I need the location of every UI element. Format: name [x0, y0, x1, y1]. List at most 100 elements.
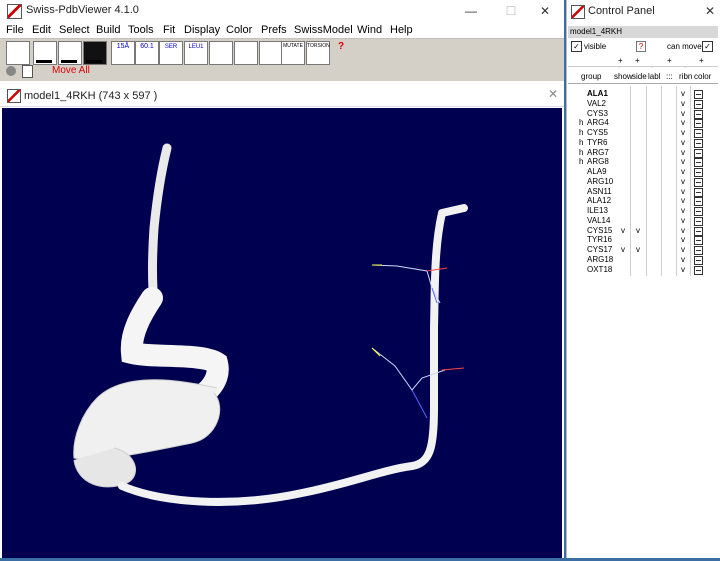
residue-name[interactable]: ALA9: [587, 167, 607, 177]
ribbon-toggle[interactable]: v: [681, 148, 685, 158]
col-header-labl[interactable]: labl: [648, 72, 660, 81]
ribbon-toggle[interactable]: v: [681, 118, 685, 128]
ribbon-toggle[interactable]: v: [681, 245, 685, 255]
color-swatch-icon[interactable]: [694, 119, 703, 129]
close-button[interactable]: ✕: [530, 2, 560, 20]
residue-row[interactable]: ARG10 v: [568, 177, 718, 187]
residue-name[interactable]: CYS3: [587, 109, 608, 119]
residue-row[interactable]: CYS15 v v v: [568, 226, 718, 236]
distance-tool-icon[interactable]: 15Å: [111, 41, 135, 65]
menu-help[interactable]: Help: [390, 22, 413, 38]
residue-name[interactable]: ARG8: [587, 157, 609, 167]
residue-row[interactable]: h CYS5 v: [568, 128, 718, 138]
residue-name[interactable]: ARG4: [587, 118, 609, 128]
residue-row[interactable]: h ARG7 v: [568, 148, 718, 158]
color-swatch-icon[interactable]: [694, 99, 703, 109]
ribbon-toggle[interactable]: v: [681, 187, 685, 197]
center-atom-icon[interactable]: [209, 41, 233, 65]
minimize-button[interactable]: —: [456, 2, 486, 20]
label-tool-icon[interactable]: LEU1: [184, 41, 208, 65]
residue-row[interactable]: CYS3 v: [568, 109, 718, 119]
color-swatch-icon[interactable]: [694, 216, 703, 226]
ribbon-toggle[interactable]: v: [681, 255, 685, 265]
residue-name[interactable]: ARG18: [587, 255, 613, 265]
color-swatch-icon[interactable]: [694, 109, 703, 119]
header-mark[interactable]: +: [635, 56, 640, 65]
ribbon-toggle[interactable]: v: [681, 157, 685, 167]
color-swatch-icon[interactable]: [694, 197, 703, 207]
residue-row[interactable]: TYR16 v: [568, 235, 718, 246]
color-swatch-icon[interactable]: [694, 168, 703, 177]
residue-name[interactable]: ASN11: [587, 187, 612, 197]
ribbon-toggle[interactable]: v: [681, 128, 685, 138]
angle-tool-icon[interactable]: 60.1: [135, 41, 159, 65]
ribbon-toggle[interactable]: v: [681, 265, 685, 275]
side-toggle[interactable]: v: [636, 226, 640, 236]
residue-name[interactable]: ALA12: [587, 196, 611, 206]
color-swatch-icon[interactable]: [694, 177, 703, 187]
residue-name[interactable]: ALA1: [587, 89, 608, 99]
menu-build[interactable]: Build: [96, 22, 120, 38]
residue-row[interactable]: ILE13 v: [568, 206, 718, 216]
ribbon-toggle[interactable]: v: [681, 109, 685, 119]
ribbon-toggle[interactable]: v: [681, 99, 685, 109]
select-residue-icon[interactable]: SER: [159, 41, 183, 65]
maximize-button[interactable]: ☐: [496, 2, 526, 20]
ribbon-toggle[interactable]: v: [681, 206, 685, 216]
col-header-side[interactable]: side: [632, 72, 647, 81]
residue-row[interactable]: CYS17 v v v: [568, 245, 718, 255]
residue-row[interactable]: h TYR6 v: [568, 138, 718, 148]
ribbon-toggle[interactable]: v: [681, 89, 685, 99]
ribbon-toggle[interactable]: v: [681, 235, 685, 245]
residue-row[interactable]: ARG18 v: [568, 255, 718, 265]
color-swatch-icon[interactable]: [694, 138, 703, 148]
residue-name[interactable]: ARG7: [587, 148, 609, 158]
col-header-surface[interactable]: :::: [666, 72, 673, 81]
fix-icon[interactable]: [259, 41, 283, 65]
can-move-checkbox[interactable]: ✓: [702, 41, 713, 52]
color-swatch-icon[interactable]: [694, 90, 703, 99]
color-swatch-icon[interactable]: [694, 158, 703, 168]
ribbon-toggle[interactable]: v: [681, 226, 685, 236]
residue-row[interactable]: ALA9 v: [568, 167, 718, 177]
residue-name[interactable]: ILE13: [587, 206, 608, 216]
header-mark[interactable]: +: [699, 56, 704, 65]
residue-row[interactable]: OXT18 v: [568, 265, 718, 275]
residue-name[interactable]: CYS5: [587, 128, 608, 138]
side-toggle[interactable]: v: [636, 245, 640, 255]
title-bar[interactable]: Swiss-PdbViewer 4.1.0 — ☐ ✕: [0, 0, 564, 22]
help-icon[interactable]: ?: [636, 41, 646, 52]
menu-prefs[interactable]: Prefs: [261, 22, 287, 38]
menu-display[interactable]: Display: [184, 22, 220, 38]
menu-swissmodel[interactable]: SwissModel: [294, 22, 353, 38]
show-toggle[interactable]: v: [621, 245, 625, 255]
color-swatch-icon[interactable]: [694, 226, 703, 236]
residue-row[interactable]: VAL14 v: [568, 216, 718, 226]
col-header-show[interactable]: show: [614, 72, 633, 81]
ribbon-toggle[interactable]: v: [681, 177, 685, 187]
color-swatch-icon[interactable]: [694, 207, 703, 216]
color-swatch-icon[interactable]: [694, 236, 703, 246]
eye-icon[interactable]: [6, 66, 16, 76]
menu-file[interactable]: File: [6, 22, 24, 38]
residue-row[interactable]: ASN11 v: [568, 187, 718, 197]
torsion-tool-icon[interactable]: TORSION: [306, 41, 330, 65]
residue-row[interactable]: h ARG8 v: [568, 157, 718, 168]
residue-name[interactable]: TYR16: [587, 235, 612, 245]
menu-select[interactable]: Select: [59, 22, 90, 38]
col-header-group[interactable]: group: [581, 72, 601, 81]
menu-wind[interactable]: Wind: [357, 22, 382, 38]
center-icon[interactable]: [6, 41, 30, 65]
header-mark[interactable]: +: [667, 56, 672, 65]
residue-name[interactable]: CYS15: [587, 226, 612, 236]
residue-row[interactable]: ALA1 v: [568, 89, 718, 99]
color-swatch-icon[interactable]: [694, 148, 703, 158]
document-icon[interactable]: [22, 65, 33, 78]
model-close-button[interactable]: ✕: [548, 87, 558, 101]
menu-edit[interactable]: Edit: [32, 22, 51, 38]
menu-color[interactable]: Color: [226, 22, 252, 38]
color-swatch-icon[interactable]: [694, 265, 703, 275]
residue-name[interactable]: OXT18: [587, 265, 612, 275]
col-header-ribn[interactable]: ribn: [679, 72, 692, 81]
residue-row[interactable]: ALA12 v: [568, 196, 718, 207]
